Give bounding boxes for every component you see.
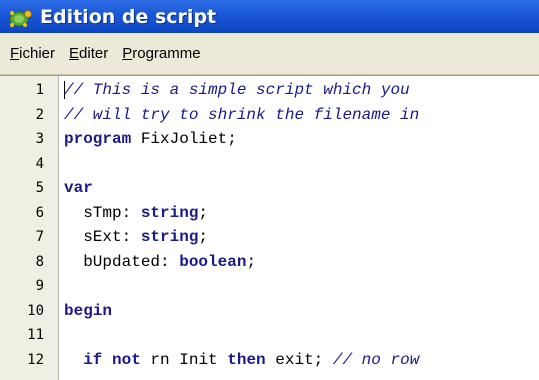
menu-fichier[interactable]: Fichier: [4, 43, 61, 64]
window-title: Edition de script: [40, 5, 217, 28]
menu-editer-mnemonic: E: [69, 45, 80, 62]
line-number: 6: [35, 204, 44, 221]
line-number: 2: [35, 106, 44, 123]
menu-editer-label: diter: [79, 45, 109, 62]
line-number: 12: [27, 351, 44, 368]
code-token: ;: [198, 228, 209, 246]
code-line[interactable]: bUpdated: boolean;: [64, 250, 256, 275]
code-line[interactable]: // will try to shrink the filename in: [64, 103, 419, 128]
comment-token: // will try to shrink the filename in: [64, 105, 420, 124]
keyword-token: string: [140, 203, 199, 222]
app-turtle-icon[interactable]: [6, 3, 34, 31]
keyword-token: then: [227, 350, 266, 369]
code-token: exit;: [265, 350, 333, 369]
code-token: sExt:: [64, 228, 141, 246]
code-line[interactable]: sTmp: string;: [64, 201, 208, 226]
code-token: FixJoliet;: [131, 130, 237, 148]
line-number: 1: [35, 82, 44, 98]
code-token: ;: [198, 203, 209, 222]
keyword-token: var: [64, 179, 93, 197]
line-number: 11: [27, 327, 44, 343]
line-number: 4: [35, 155, 44, 172]
code-token: sTmp:: [64, 203, 141, 222]
menu-bar: Fichier Editer Programme: [0, 33, 539, 75]
line-number: 9: [35, 278, 44, 294]
line-number: 10: [27, 302, 44, 319]
code-token: bUpdated:: [64, 252, 180, 271]
code-token: ;: [246, 252, 257, 271]
line-number: 8: [35, 253, 44, 270]
menu-fichier-label: ichier: [19, 45, 56, 62]
code-line[interactable]: sExt: string;: [64, 225, 208, 250]
code-line[interactable]: var: [64, 176, 93, 201]
keyword-token: if: [83, 350, 103, 369]
line-number: 5: [35, 180, 44, 196]
menu-programme[interactable]: Programme: [116, 43, 206, 64]
keyword-token: not: [112, 350, 141, 369]
keyword-token: boolean: [179, 252, 247, 271]
line-number-gutter: 1 2 3 4 5 6 7 8 9 10 11 12: [0, 76, 59, 380]
menu-programme-mnemonic: P: [122, 45, 133, 62]
keyword-token: begin: [64, 301, 113, 320]
keyword-token: program: [64, 130, 132, 148]
comment-token: // no row: [332, 350, 420, 369]
comment-token: // This is a simple script which you: [64, 81, 410, 99]
line-number: 7: [35, 229, 44, 245]
script-editor[interactable]: 1 2 3 4 5 6 7 8 9 10 11 12 // This is a simple scri…: [0, 75, 539, 380]
code-line[interactable]: program FixJoliet;: [64, 127, 237, 152]
code-token: rn Init: [140, 350, 228, 369]
menu-fichier-mnemonic: F: [10, 45, 20, 62]
title-bar[interactable]: Edition de script: [0, 0, 539, 33]
menu-programme-label: rogramme: [132, 45, 201, 62]
line-number: 3: [35, 131, 44, 147]
code-line[interactable]: // This is a simple script which you: [64, 78, 410, 103]
code-line[interactable]: begin: [64, 299, 112, 324]
keyword-token: string: [140, 228, 199, 246]
menu-editer[interactable]: Editer: [63, 43, 114, 64]
code-line[interactable]: if not rn Init then exit; // no row: [64, 348, 419, 373]
